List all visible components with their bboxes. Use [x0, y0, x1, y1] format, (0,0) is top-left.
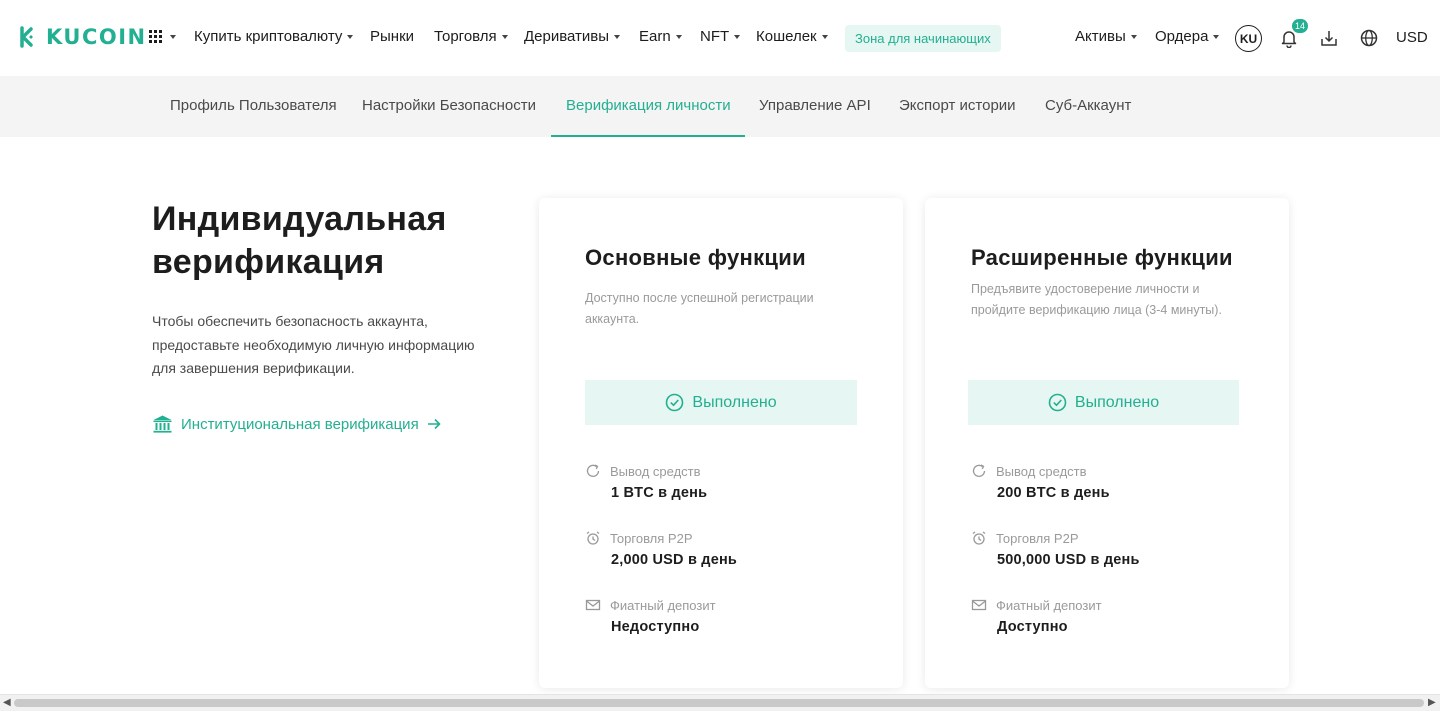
check-circle-icon: [1048, 393, 1067, 412]
nav-buy-crypto[interactable]: Купить криптовалюту: [194, 28, 354, 45]
fiat-deposit-icon: [971, 599, 987, 611]
tab-security[interactable]: Настройки Безопасности: [362, 76, 536, 137]
nav-wallet[interactable]: Кошелек: [756, 28, 828, 45]
download-app-button[interactable]: [1319, 28, 1339, 48]
nav-label: NFT: [700, 28, 730, 45]
tab-identity-verification[interactable]: Верификация личности: [551, 76, 745, 137]
chevron-down-icon: [675, 34, 682, 39]
nav-derivatives[interactable]: Деривативы: [524, 28, 621, 45]
feature-value: Доступно: [997, 619, 1068, 635]
status-completed: Выполнено: [968, 380, 1239, 425]
arrow-right-icon: [427, 418, 441, 430]
chevron-down-icon: [821, 34, 828, 39]
nav-label: Активы: [1075, 28, 1126, 45]
basic-features-card: Основные функции Доступно после успешной…: [539, 198, 903, 688]
feature-value: 1 BTC в день: [611, 485, 708, 501]
nav-markets[interactable]: Рынки: [370, 28, 414, 45]
chevron-down-icon: [734, 34, 741, 39]
tab-export-history[interactable]: Экспорт истории: [899, 76, 1016, 137]
chevron-down-icon: [1130, 34, 1137, 39]
feature-label: Вывод средств: [610, 463, 701, 479]
page-title: Индивидуальная верификация: [152, 200, 447, 281]
tab-api-management[interactable]: Управление API: [759, 76, 871, 137]
kucoin-logo-icon: [20, 26, 33, 48]
scroll-left-icon[interactable]: ◀: [3, 697, 11, 708]
feature-fiat-deposit: Фиатный депозит Недоступно: [585, 597, 716, 635]
account-tabs: Профиль Пользователя Настройки Безопасно…: [0, 76, 1440, 137]
feature-label: Фиатный депозит: [996, 597, 1102, 613]
nav-label: Кошелек: [756, 28, 817, 45]
feature-p2p: Торговля P2P 2,000 USD в день: [585, 530, 737, 568]
card-description: Доступно после успешной регистрации акка…: [585, 291, 814, 326]
status-completed: Выполнено: [585, 380, 857, 425]
intro-description: Чтобы обеспечить безопасность аккаунта, …: [152, 313, 475, 376]
feature-withdrawal: Вывод средств 200 BTC в день: [971, 463, 1110, 501]
chevron-down-icon: [347, 34, 354, 39]
institutional-verification-link[interactable]: Институциональная верификация: [152, 414, 441, 434]
feature-value: Недоступно: [611, 619, 700, 635]
nav-label: Торговля: [434, 28, 497, 45]
currency-selector[interactable]: USD: [1396, 29, 1428, 46]
fiat-deposit-icon: [585, 599, 601, 611]
tab-profile[interactable]: Профиль Пользователя: [170, 76, 337, 137]
nav-label: Ордера: [1155, 28, 1209, 45]
feature-label: Фиатный депозит: [610, 597, 716, 613]
scroll-right-icon[interactable]: ▶: [1428, 697, 1436, 708]
bank-icon: [153, 415, 172, 433]
status-label: Выполнено: [1074, 393, 1160, 411]
check-circle-icon: [666, 393, 684, 412]
withdraw-icon: [972, 464, 986, 477]
download-icon: [1321, 31, 1337, 46]
tab-sub-account[interactable]: Суб-Аккаунт: [1045, 76, 1131, 137]
globe-icon: [1360, 29, 1378, 47]
beginner-zone-button[interactable]: Зона для начинающих: [845, 25, 1001, 52]
nav-earn[interactable]: Earn: [639, 28, 682, 45]
horizontal-scrollbar[interactable]: ◀ ▶: [0, 694, 1440, 711]
card-title: Основные функции: [585, 245, 806, 270]
feature-fiat-deposit: Фиатный депозит Доступно: [971, 597, 1102, 635]
scrollbar-thumb[interactable]: [14, 699, 1424, 707]
feature-withdrawal: Вывод средств 1 BTC в день: [585, 463, 707, 501]
p2p-icon: [586, 531, 600, 545]
feature-label: Торговля P2P: [996, 530, 1079, 546]
chevron-down-icon: [614, 34, 621, 39]
feature-label: Торговля P2P: [610, 530, 693, 546]
kucoin-logo[interactable]: KUCOIN: [14, 24, 147, 50]
chevron-down-icon: [1213, 34, 1220, 39]
feature-value: 200 BTC в день: [997, 485, 1110, 501]
chevron-down-icon: [170, 34, 176, 39]
nav-label: Купить криптовалюту: [194, 28, 343, 45]
feature-value: 2,000 USD в день: [611, 552, 738, 568]
nav-label: Рынки: [370, 28, 415, 45]
chevron-down-icon: [501, 34, 508, 39]
institutional-link-label: Институциональная верификация: [181, 415, 419, 433]
apps-menu-button[interactable]: [149, 30, 176, 43]
language-button[interactable]: [1359, 28, 1379, 48]
nav-label: Деривативы: [524, 28, 610, 45]
nav-nft[interactable]: NFT: [700, 28, 741, 45]
feature-p2p: Торговля P2P 500,000 USD в день: [971, 530, 1140, 568]
withdraw-icon: [586, 464, 600, 477]
feature-value: 500,000 USD в день: [997, 552, 1140, 568]
advanced-features-card: Расширенные функции Предъявите удостовер…: [925, 198, 1289, 688]
apps-grid-icon: [149, 30, 162, 43]
notification-count-badge: 14: [1292, 19, 1308, 33]
nav-orders[interactable]: Ордера: [1155, 28, 1220, 45]
nav-trade[interactable]: Торговля: [434, 28, 508, 45]
brand-name: KUCOIN: [46, 25, 147, 49]
card-title: Расширенные функции: [971, 245, 1233, 270]
card-description: Предъявите удостоверение личности и прой…: [971, 282, 1222, 317]
avatar[interactable]: KU: [1235, 25, 1262, 52]
nav-assets[interactable]: Активы: [1075, 28, 1137, 45]
status-label: Выполнено: [692, 393, 777, 411]
top-navigation: KUCOIN Купить криптовалюту Рынки Торговл…: [0, 0, 1440, 76]
p2p-icon: [972, 531, 986, 545]
nav-label: Earn: [639, 28, 671, 45]
feature-label: Вывод средств: [996, 463, 1087, 479]
